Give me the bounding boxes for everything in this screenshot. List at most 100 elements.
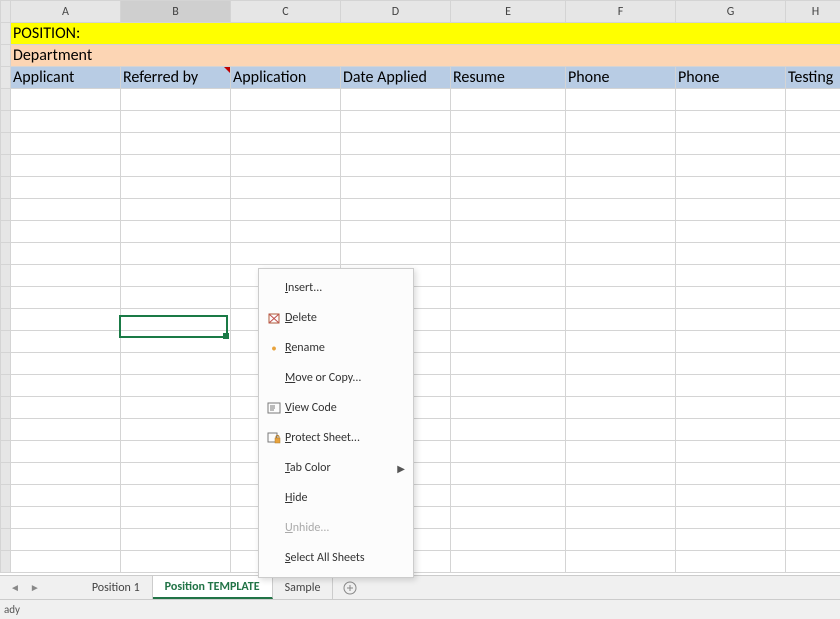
col-header-c[interactable]: C: [231, 1, 341, 23]
cell[interactable]: [451, 199, 566, 221]
cell[interactable]: [121, 309, 231, 331]
cell[interactable]: [11, 353, 121, 375]
cell[interactable]: [451, 331, 566, 353]
cell[interactable]: [451, 375, 566, 397]
cell-position-label[interactable]: POSITION:: [11, 23, 840, 45]
cell[interactable]: [121, 265, 231, 287]
menu-delete[interactable]: Delete: [259, 303, 413, 333]
cell[interactable]: [676, 155, 786, 177]
cell[interactable]: [11, 397, 121, 419]
header-applicant[interactable]: Applicant: [11, 67, 121, 89]
row-header[interactable]: [1, 199, 11, 221]
header-resume[interactable]: Resume: [451, 67, 566, 89]
col-header-a[interactable]: A: [11, 1, 121, 23]
cell[interactable]: [786, 155, 840, 177]
cell[interactable]: [231, 89, 341, 111]
cell[interactable]: [11, 243, 121, 265]
cell[interactable]: [341, 111, 451, 133]
cell[interactable]: [786, 529, 840, 551]
cell[interactable]: [451, 243, 566, 265]
cell[interactable]: [231, 221, 341, 243]
cell[interactable]: [11, 441, 121, 463]
cell[interactable]: [786, 287, 840, 309]
cell-department-label[interactable]: Department: [11, 45, 840, 67]
col-header-e[interactable]: E: [451, 1, 566, 23]
row-header[interactable]: [1, 67, 11, 89]
cell[interactable]: [121, 463, 231, 485]
col-header-d[interactable]: D: [341, 1, 451, 23]
cell[interactable]: [566, 463, 676, 485]
cell[interactable]: [566, 331, 676, 353]
menu-hide[interactable]: Hide: [259, 483, 413, 513]
cell[interactable]: [231, 177, 341, 199]
row-header[interactable]: [1, 551, 11, 573]
cell[interactable]: [451, 441, 566, 463]
cell[interactable]: [11, 331, 121, 353]
cell[interactable]: [341, 199, 451, 221]
row-header[interactable]: [1, 485, 11, 507]
row-header[interactable]: [1, 441, 11, 463]
cell[interactable]: [451, 551, 566, 573]
cell[interactable]: [451, 265, 566, 287]
cell[interactable]: [231, 111, 341, 133]
row-header[interactable]: [1, 309, 11, 331]
row-header[interactable]: [1, 419, 11, 441]
cell[interactable]: [231, 199, 341, 221]
header-referred-by[interactable]: Referred by: [121, 67, 231, 89]
menu-move-copy[interactable]: Move or Copy...: [259, 363, 413, 393]
tab-nav-next-icon[interactable]: ►: [30, 581, 40, 594]
cell[interactable]: [676, 199, 786, 221]
cell[interactable]: [566, 133, 676, 155]
cell[interactable]: [121, 419, 231, 441]
cell[interactable]: [451, 133, 566, 155]
cell[interactable]: [786, 507, 840, 529]
cell[interactable]: [121, 375, 231, 397]
cell[interactable]: [451, 485, 566, 507]
cell[interactable]: [11, 551, 121, 573]
cell[interactable]: [11, 111, 121, 133]
row-header[interactable]: [1, 45, 11, 67]
cell[interactable]: [566, 551, 676, 573]
cell[interactable]: [341, 89, 451, 111]
tab-sample[interactable]: Sample: [273, 576, 334, 599]
cell[interactable]: [11, 485, 121, 507]
col-header-g[interactable]: G: [676, 1, 786, 23]
cell[interactable]: [566, 89, 676, 111]
row-header[interactable]: [1, 331, 11, 353]
cell[interactable]: [676, 287, 786, 309]
cell[interactable]: [566, 177, 676, 199]
header-date-applied[interactable]: Date Applied: [341, 67, 451, 89]
row-header[interactable]: [1, 177, 11, 199]
row-header[interactable]: [1, 243, 11, 265]
cell[interactable]: [121, 111, 231, 133]
cell[interactable]: [676, 133, 786, 155]
cell[interactable]: [786, 353, 840, 375]
cell[interactable]: [676, 353, 786, 375]
row-header[interactable]: [1, 529, 11, 551]
cell[interactable]: [566, 441, 676, 463]
cell[interactable]: [121, 331, 231, 353]
row-header[interactable]: [1, 111, 11, 133]
header-application[interactable]: Application: [231, 67, 341, 89]
cell[interactable]: [121, 155, 231, 177]
cell[interactable]: [451, 309, 566, 331]
row-header[interactable]: [1, 507, 11, 529]
cell[interactable]: [676, 265, 786, 287]
cell[interactable]: [451, 419, 566, 441]
cell[interactable]: [676, 529, 786, 551]
cell[interactable]: [121, 397, 231, 419]
cell[interactable]: [11, 529, 121, 551]
cell[interactable]: [786, 419, 840, 441]
cell[interactable]: [786, 551, 840, 573]
cell[interactable]: [11, 375, 121, 397]
cell[interactable]: [676, 331, 786, 353]
cell[interactable]: [566, 375, 676, 397]
cell[interactable]: [786, 331, 840, 353]
menu-insert[interactable]: Insert...: [259, 273, 413, 303]
cell[interactable]: [676, 551, 786, 573]
cell[interactable]: [11, 265, 121, 287]
cell[interactable]: [231, 155, 341, 177]
cell[interactable]: [786, 309, 840, 331]
cell[interactable]: [786, 375, 840, 397]
new-sheet-button[interactable]: [333, 576, 367, 599]
